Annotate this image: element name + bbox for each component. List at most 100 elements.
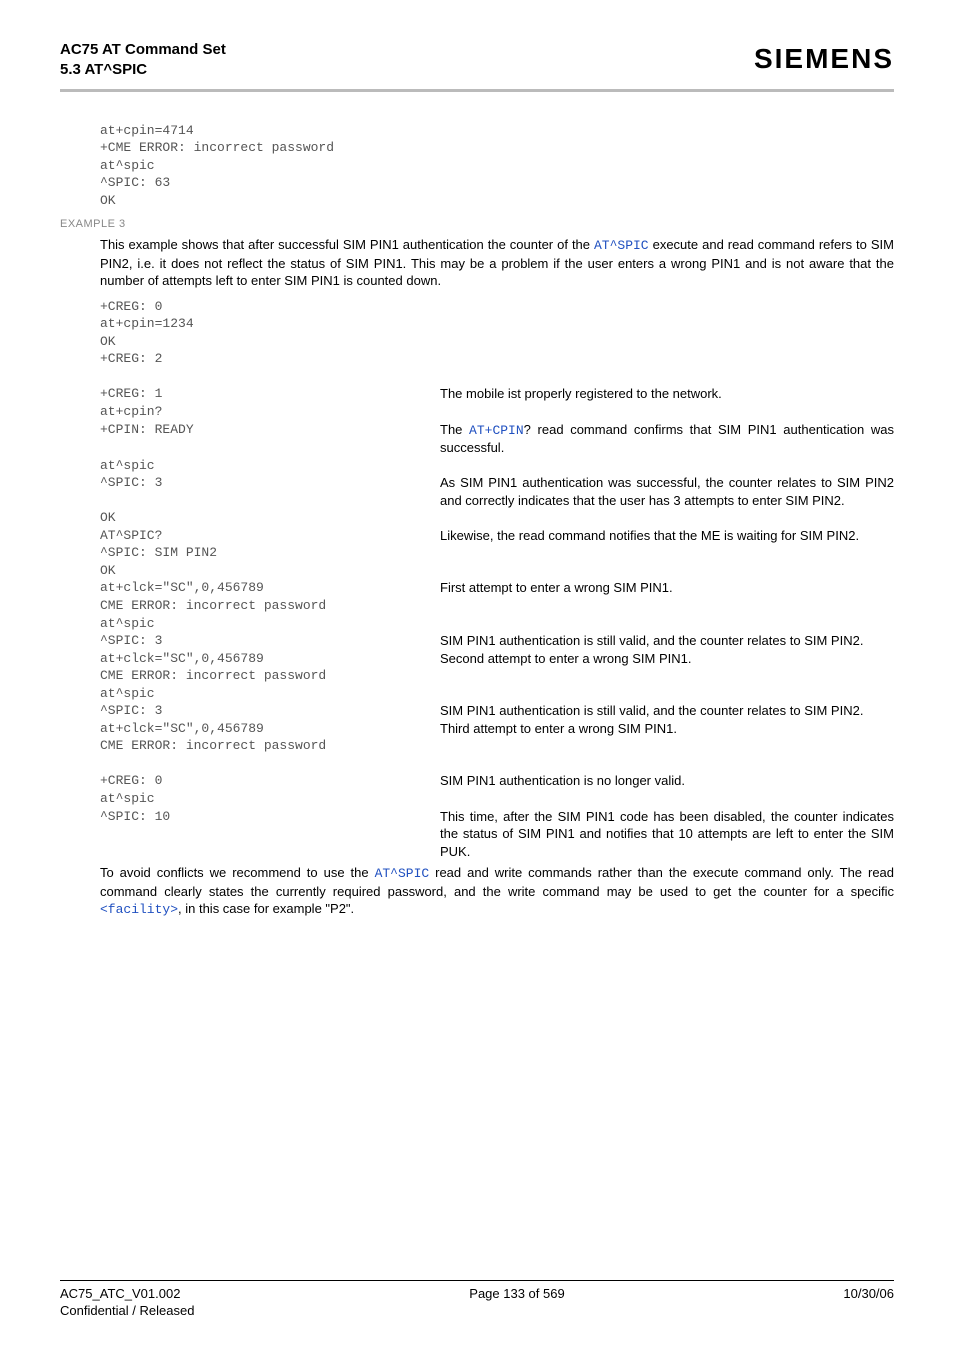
- footer-doc: AC75_ATC_V01.002: [60, 1285, 280, 1303]
- example-row: ^SPIC: 3SIM PIN1 authentication is still…: [100, 632, 894, 650]
- example-row: AT^SPIC?Likewise, the read command notif…: [100, 527, 894, 545]
- code-line: ^SPIC: 63: [100, 174, 894, 192]
- example-row: ^SPIC: 10This time, after the SIM PIN1 c…: [100, 808, 894, 861]
- example-row: +CREG: 1The mobile ist properly register…: [100, 385, 894, 403]
- code-line: at^spic: [100, 615, 440, 633]
- example-row: ^SPIC: 3As SIM PIN1 authentication was s…: [100, 474, 894, 509]
- code-line: at^spic: [100, 685, 440, 703]
- example-row: at^spic: [100, 615, 894, 633]
- code-line: at+cpin=4714: [100, 122, 894, 140]
- code-line: +CPIN: READY: [100, 421, 440, 457]
- page-footer: AC75_ATC_V01.002 Confidential / Released…: [60, 1280, 894, 1320]
- example-row: ^SPIC: 3SIM PIN1 authentication is still…: [100, 702, 894, 720]
- example-intro: This example shows that after successful…: [100, 236, 894, 290]
- code-line: CME ERROR: incorrect password: [100, 667, 440, 685]
- example-row: +CREG: 0SIM PIN1 authentication is no lo…: [100, 772, 894, 790]
- desc: As SIM PIN1 authentication was successfu…: [440, 474, 894, 509]
- code-line: [100, 368, 440, 386]
- code-line: at+clck="SC",0,456789: [100, 650, 440, 668]
- code-line: ^SPIC: 10: [100, 808, 440, 861]
- desc: [440, 737, 894, 755]
- desc: This time, after the SIM PIN1 code has b…: [440, 808, 894, 861]
- desc: [440, 457, 894, 475]
- desc: First attempt to enter a wrong SIM PIN1.: [440, 579, 894, 597]
- code-line: ^SPIC: SIM PIN2: [100, 544, 440, 562]
- code-line: at+cpin?: [100, 403, 440, 421]
- desc: [440, 509, 894, 527]
- desc: [440, 544, 894, 562]
- example-row: [100, 755, 894, 773]
- facility-link[interactable]: <facility>: [100, 902, 178, 917]
- example-row: CME ERROR: incorrect password: [100, 597, 894, 615]
- text: The: [440, 422, 469, 437]
- desc: [440, 298, 894, 316]
- footer-left: AC75_ATC_V01.002 Confidential / Released: [60, 1285, 280, 1320]
- footer-page: Page 133 of 569: [280, 1285, 754, 1320]
- desc: [440, 368, 894, 386]
- example-row: at+cpin=1234: [100, 315, 894, 333]
- desc: The mobile ist properly registered to th…: [440, 385, 894, 403]
- example-row: at+clck="SC",0,456789Third attempt to en…: [100, 720, 894, 738]
- example-row: +CREG: 0: [100, 298, 894, 316]
- code-line: at+clck="SC",0,456789: [100, 720, 440, 738]
- desc: [440, 685, 894, 703]
- example-row: at+cpin?: [100, 403, 894, 421]
- at-spic-link[interactable]: AT^SPIC: [375, 866, 430, 881]
- example-row: OK: [100, 509, 894, 527]
- doc-section: 5.3 AT^SPIC: [60, 60, 226, 80]
- desc: [440, 615, 894, 633]
- code-line: AT^SPIC?: [100, 527, 440, 545]
- example-row: ^SPIC: SIM PIN2: [100, 544, 894, 562]
- desc: [440, 667, 894, 685]
- example-row: [100, 368, 894, 386]
- desc: [440, 562, 894, 580]
- closing-para: To avoid conflicts we recommend to use t…: [100, 864, 894, 919]
- brand-logo: SIEMENS: [754, 40, 894, 78]
- at-spic-link[interactable]: AT^SPIC: [594, 238, 649, 253]
- desc: [440, 403, 894, 421]
- example-row: at^spic: [100, 790, 894, 808]
- example-label: EXAMPLE 3: [60, 217, 894, 232]
- example-row: at+clck="SC",0,456789Second attempt to e…: [100, 650, 894, 668]
- page-header: AC75 AT Command Set 5.3 AT^SPIC SIEMENS: [60, 40, 894, 92]
- code-line: CME ERROR: incorrect password: [100, 737, 440, 755]
- desc: SIM PIN1 authentication is still valid, …: [440, 632, 894, 650]
- code-line: [100, 755, 440, 773]
- desc: [440, 755, 894, 773]
- footer-conf: Confidential / Released: [60, 1302, 280, 1320]
- desc: [440, 350, 894, 368]
- text: , in this case for example "P2".: [178, 901, 354, 916]
- example-row: OK: [100, 562, 894, 580]
- code-line: OK: [100, 192, 894, 210]
- desc: [440, 315, 894, 333]
- example-row: +CREG: 2: [100, 350, 894, 368]
- example-row: at^spic: [100, 457, 894, 475]
- code-line: ^SPIC: 3: [100, 702, 440, 720]
- example-row: CME ERROR: incorrect password: [100, 737, 894, 755]
- code-line: at^spic: [100, 157, 894, 175]
- code-line: CME ERROR: incorrect password: [100, 597, 440, 615]
- example-row: at+clck="SC",0,456789First attempt to en…: [100, 579, 894, 597]
- code-line: OK: [100, 509, 440, 527]
- code-line: +CREG: 0: [100, 772, 440, 790]
- desc: Second attempt to enter a wrong SIM PIN1…: [440, 650, 894, 668]
- code-line: +CREG: 0: [100, 298, 440, 316]
- code-line: ^SPIC: 3: [100, 474, 440, 509]
- desc: Third attempt to enter a wrong SIM PIN1.: [440, 720, 894, 738]
- code-line: OK: [100, 333, 440, 351]
- code-line: at+clck="SC",0,456789: [100, 579, 440, 597]
- desc: SIM PIN1 authentication is still valid, …: [440, 702, 894, 720]
- header-left: AC75 AT Command Set 5.3 AT^SPIC: [60, 40, 226, 81]
- example-row: at^spic: [100, 685, 894, 703]
- desc: [440, 790, 894, 808]
- text: This example shows that after successful…: [100, 237, 594, 252]
- code-line: OK: [100, 562, 440, 580]
- desc: [440, 597, 894, 615]
- code-line: at+cpin=1234: [100, 315, 440, 333]
- code-line: at^spic: [100, 457, 440, 475]
- at-cpin-link[interactable]: AT+CPIN: [469, 423, 524, 438]
- footer-date: 10/30/06: [754, 1285, 894, 1320]
- example-row: CME ERROR: incorrect password: [100, 667, 894, 685]
- doc-title: AC75 AT Command Set: [60, 40, 226, 60]
- code-line: ^SPIC: 3: [100, 632, 440, 650]
